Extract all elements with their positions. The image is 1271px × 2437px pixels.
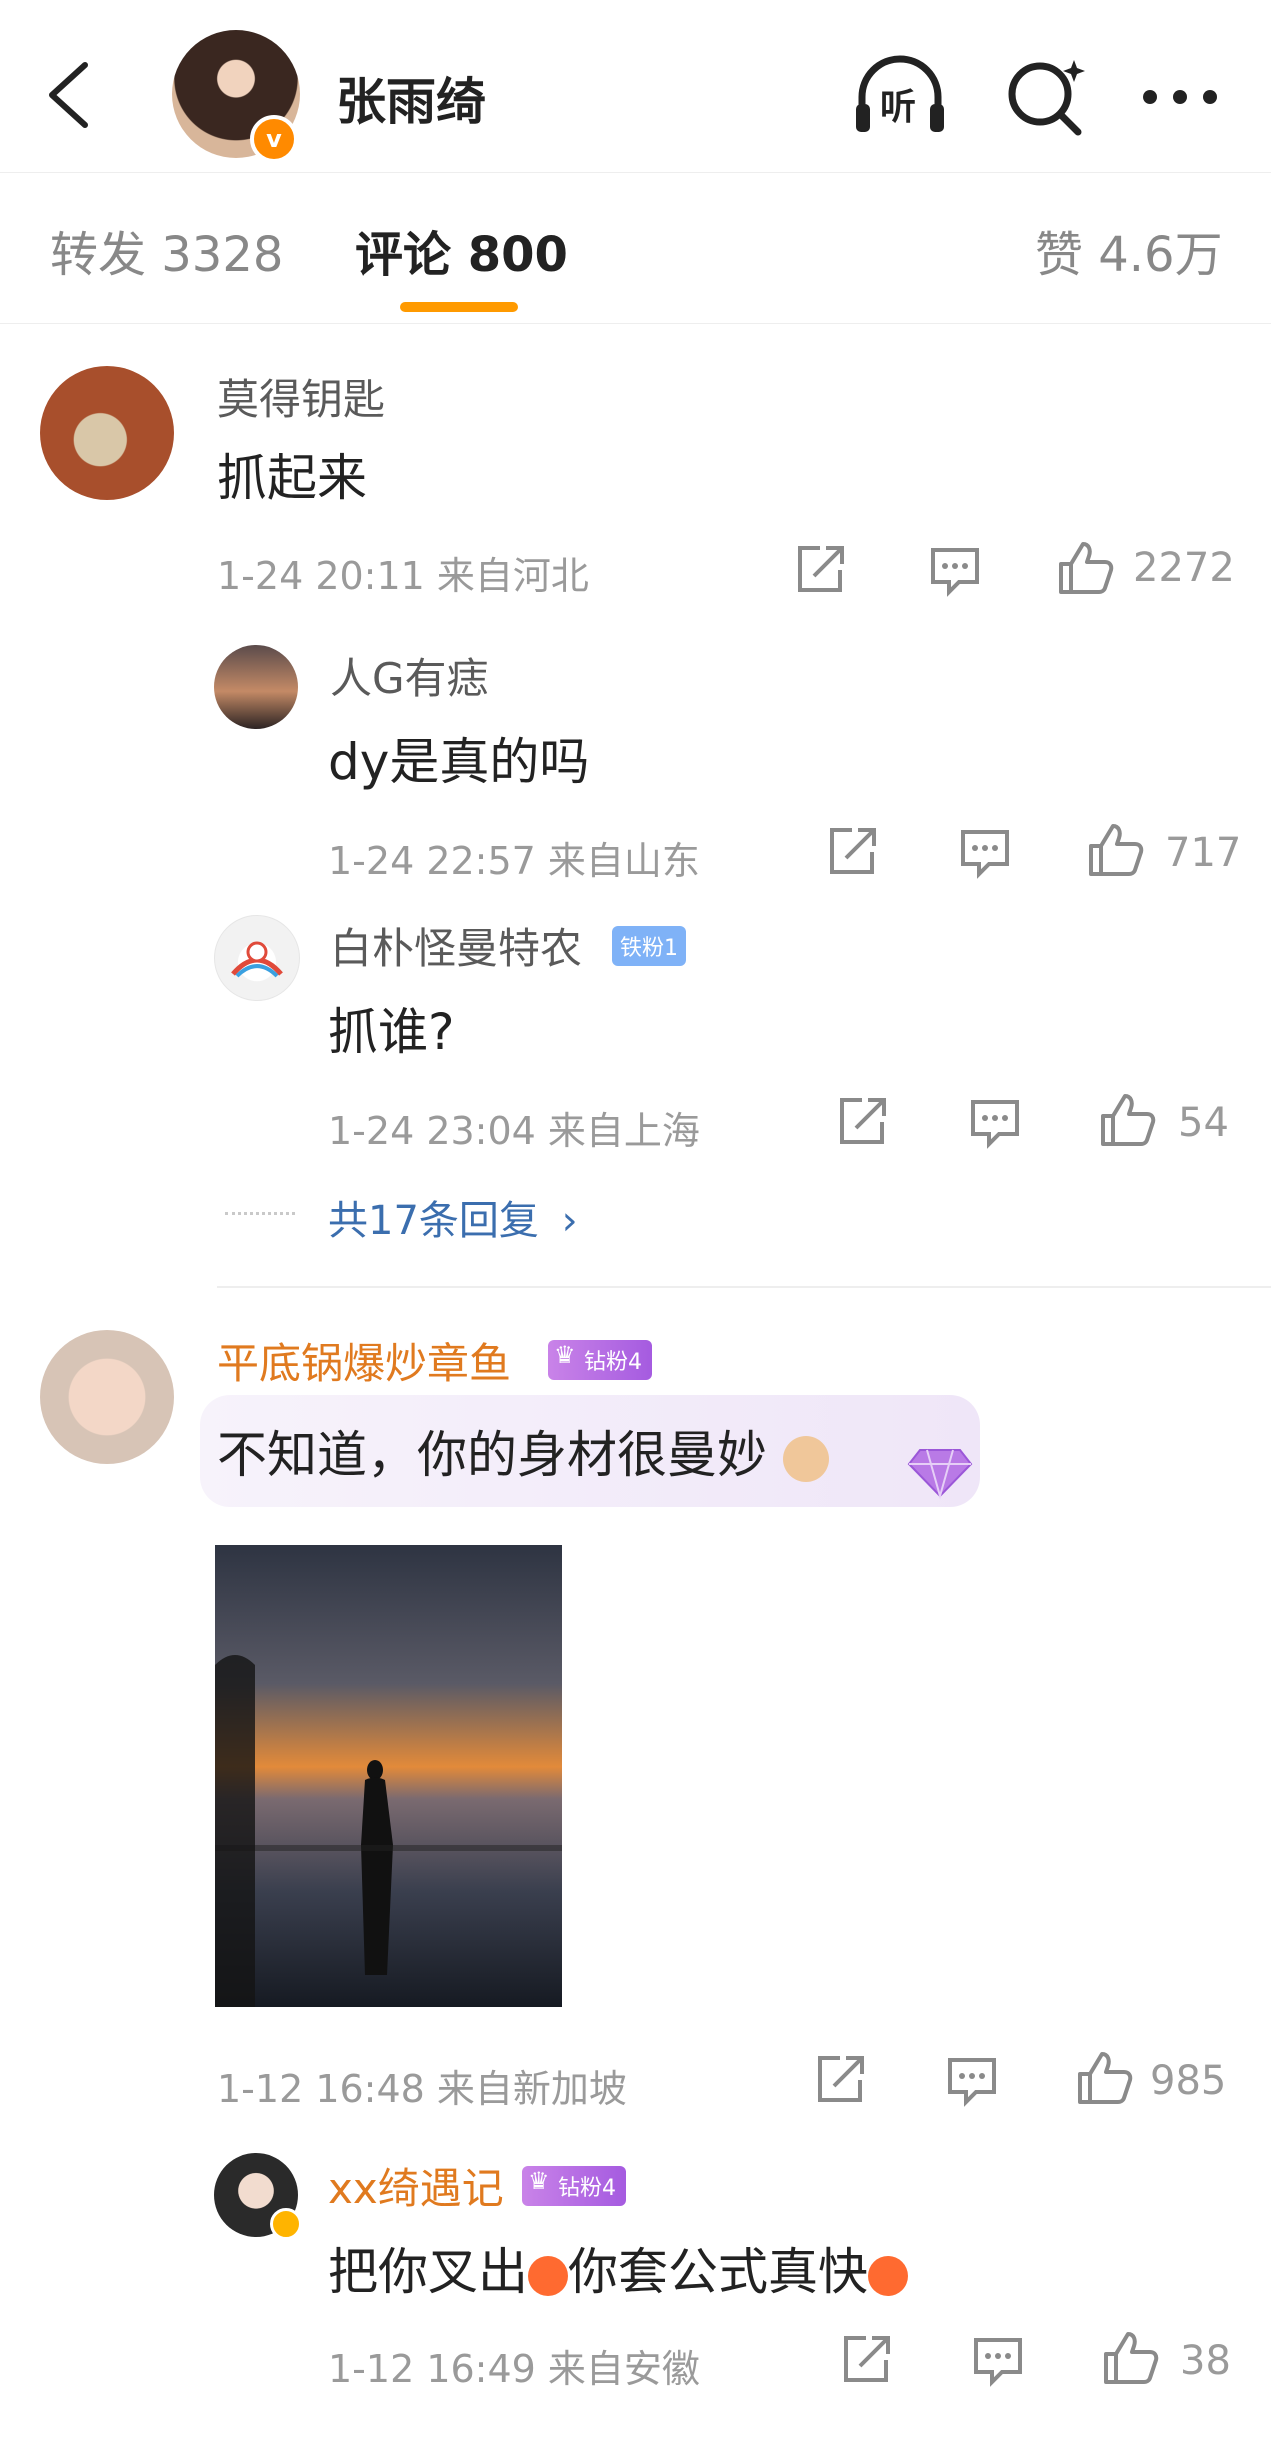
reply-avatar[interactable]: [214, 915, 300, 1001]
like-icon[interactable]: [1055, 538, 1115, 598]
verified-badge: v: [250, 115, 298, 163]
reply-meta: 1-12 16:49 来自安徽: [328, 2347, 700, 2391]
reply-icon[interactable]: [942, 2050, 1002, 2110]
fan-badge-label: 钻粉4: [584, 1350, 642, 1375]
reply-username[interactable]: 人G有痣: [330, 645, 489, 706]
listen-headphones-icon[interactable]: 听: [850, 52, 950, 142]
angry-emoji-icon: [868, 2255, 908, 2296]
commenter-avatar[interactable]: [40, 366, 174, 500]
listen-label: 听: [880, 87, 917, 128]
share-icon[interactable]: [822, 822, 882, 882]
reply-icon[interactable]: [965, 1092, 1025, 1152]
share-icon[interactable]: [790, 540, 850, 600]
like-count: 985: [1150, 2058, 1227, 2104]
share-icon[interactable]: [836, 2330, 896, 2390]
comment-username[interactable]: 莫得钥匙: [217, 366, 385, 427]
verified-badge-icon: [270, 2208, 302, 2240]
tab-repost[interactable]: 转发 3328: [50, 215, 283, 285]
reply-username[interactable]: xx绮遇记: [328, 2155, 504, 2216]
tab-bar: 转发 3328 评论 800 赞 4.6万: [0, 172, 1271, 324]
reply-avatar[interactable]: [214, 645, 298, 729]
fan-badge: ♛ 钻粉4: [522, 2166, 626, 2206]
tab-like[interactable]: 赞 4.6万: [1035, 215, 1223, 285]
crown-icon: ♛: [554, 1341, 576, 1369]
replies-dotted-line: [225, 1212, 295, 1215]
comment-meta: 1-12 16:48 来自新加坡: [217, 2067, 627, 2111]
comment-text: 不知道，你的身材很曼妙: [217, 1415, 829, 1487]
commenter-avatar[interactable]: [40, 1330, 174, 1464]
chevron-right-icon: ›: [561, 1198, 578, 1244]
search-icon[interactable]: [1000, 52, 1100, 142]
comment-username[interactable]: 平底锅爆炒章鱼: [217, 1330, 511, 1391]
reply-meta: 1-24 22:57 来自山东: [328, 839, 700, 883]
fan-badge-label: 钻粉4: [558, 2176, 616, 2201]
reply-text-part1: 把你叉出: [328, 2243, 528, 2301]
like-count: 717: [1165, 830, 1242, 876]
back-icon[interactable]: [40, 55, 100, 135]
comment-text: 抓起来: [217, 449, 367, 507]
cat-emoji-icon: [782, 1435, 829, 1482]
like-icon[interactable]: [1085, 820, 1145, 880]
reply-text-part2: 你套公式真快: [568, 2243, 868, 2301]
reply-text: 把你叉出 你套公式真快: [328, 2232, 908, 2304]
like-count: 54: [1178, 1100, 1229, 1146]
reply-icon[interactable]: [955, 822, 1015, 882]
top-bar: v 张雨绮 听: [0, 0, 1271, 170]
active-tab-indicator: [400, 302, 518, 312]
crown-icon: ♛: [528, 2167, 550, 2195]
fan-badge: 铁粉1: [612, 926, 686, 966]
comment-divider: [217, 1286, 1271, 1288]
more-icon[interactable]: [1130, 52, 1230, 142]
comment-image[interactable]: [215, 1545, 562, 2007]
share-icon[interactable]: [832, 1092, 892, 1152]
reply-icon[interactable]: [925, 540, 985, 600]
tab-comment[interactable]: 评论 800: [355, 215, 568, 285]
diamond-icon: [905, 1440, 975, 1500]
comment-meta: 1-24 20:11 来自河北: [217, 554, 589, 598]
reply-icon[interactable]: [968, 2330, 1028, 2390]
reply-text: 抓谁?: [328, 1003, 455, 1061]
like-count: 2272: [1133, 545, 1235, 591]
share-icon[interactable]: [810, 2050, 870, 2110]
fan-badge: ♛ 钻粉4: [548, 1340, 652, 1380]
reply-username[interactable]: 白朴怪曼特农: [330, 915, 582, 976]
reply-text: dy是真的吗: [328, 733, 590, 791]
like-icon[interactable]: [1097, 1090, 1157, 1150]
like-icon[interactable]: [1100, 2328, 1160, 2388]
angry-emoji-icon: [528, 2255, 568, 2296]
comment-text-content: 不知道，你的身材很曼妙: [217, 1426, 767, 1484]
more-replies-label: 共17条回复: [328, 1198, 539, 1244]
page-title[interactable]: 张雨绮: [336, 62, 486, 134]
like-count: 38: [1180, 2338, 1231, 2384]
like-icon[interactable]: [1074, 2048, 1134, 2108]
view-more-replies[interactable]: 共17条回复 ›: [328, 1188, 578, 1246]
reply-meta: 1-24 23:04 来自上海: [328, 1109, 700, 1153]
